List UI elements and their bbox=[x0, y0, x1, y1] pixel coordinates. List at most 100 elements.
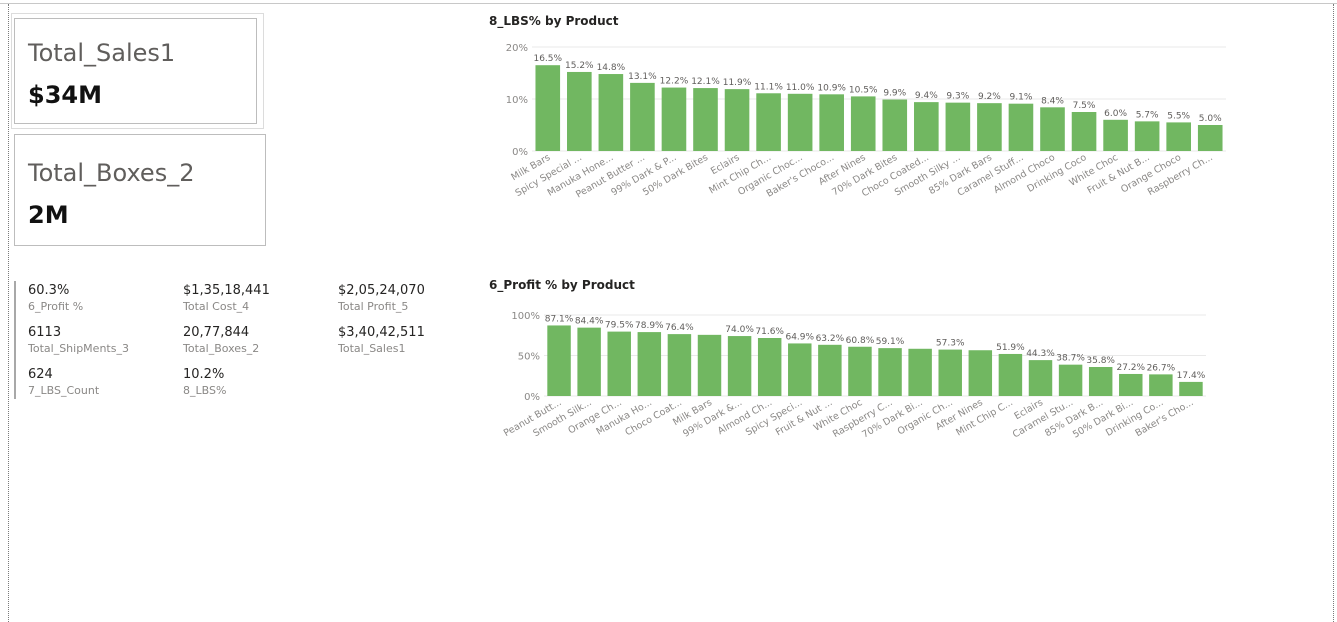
bar bbox=[819, 94, 844, 151]
data-label: 79.5% bbox=[605, 321, 634, 331]
metric-value: $3,40,42,511 bbox=[338, 325, 425, 340]
canvas-right-border bbox=[1333, 4, 1334, 622]
bar bbox=[1028, 360, 1053, 396]
bar bbox=[850, 96, 876, 151]
data-label: 35.8% bbox=[1086, 356, 1115, 366]
bar bbox=[1166, 122, 1191, 151]
data-label: 16.5% bbox=[533, 54, 562, 64]
data-label: 74.0% bbox=[725, 325, 754, 335]
bar bbox=[908, 348, 932, 396]
chart-lbs-by-product[interactable]: 0%10%20%16.5%Milk Bars15.2%Spicy Special… bbox=[480, 36, 1240, 216]
bar bbox=[938, 349, 962, 396]
card-label: Total_Boxes_2 bbox=[28, 159, 195, 187]
metric-total-shipments: 6113 Total_ShipMents_3 bbox=[28, 325, 129, 355]
bar bbox=[1088, 367, 1113, 396]
data-label: 87.1% bbox=[545, 314, 574, 324]
bar bbox=[1103, 119, 1128, 151]
metric-value: 20,77,844 bbox=[183, 325, 250, 340]
bar bbox=[607, 331, 631, 396]
metric-lbs-count: 624 7_LBS_Count bbox=[28, 367, 99, 397]
data-label: 6.0% bbox=[1104, 109, 1127, 119]
data-label: 11.0% bbox=[786, 83, 815, 93]
metric-value: 60.3% bbox=[28, 283, 70, 298]
data-label: 14.8% bbox=[597, 63, 626, 73]
bar bbox=[757, 338, 782, 396]
bar bbox=[977, 103, 1002, 151]
y-tick-label: 100% bbox=[511, 311, 540, 322]
bar bbox=[535, 65, 561, 151]
data-label: 57.3% bbox=[936, 339, 965, 349]
card-label: Total_Sales1 bbox=[28, 39, 176, 67]
data-label: 5.0% bbox=[1199, 114, 1222, 124]
metric-total-boxes: 20,77,844 Total_Boxes_2 bbox=[183, 325, 259, 355]
bar bbox=[848, 346, 872, 396]
bar bbox=[756, 93, 781, 151]
data-label: 9.1% bbox=[1010, 93, 1033, 103]
chart-profit-by-product[interactable]: 0%50%100% 87.1%Peanut Butt...84.4%Smooth … bbox=[480, 300, 1220, 470]
data-label: 9.4% bbox=[915, 91, 938, 101]
data-label: 44.3% bbox=[1026, 349, 1055, 359]
data-label: 10.9% bbox=[817, 83, 846, 93]
bar bbox=[661, 87, 687, 151]
bar bbox=[637, 332, 662, 396]
bar bbox=[724, 89, 750, 151]
data-label: 7.5% bbox=[1073, 101, 1096, 111]
bar bbox=[818, 344, 842, 396]
bar bbox=[1197, 125, 1223, 151]
data-label: 9.9% bbox=[883, 89, 906, 99]
metric-value: 6113 bbox=[28, 325, 62, 340]
data-label: 59.1% bbox=[876, 337, 905, 347]
data-label: 11.1% bbox=[754, 82, 783, 92]
data-label: 26.7% bbox=[1147, 363, 1176, 373]
metric-label: Total_Boxes_2 bbox=[183, 342, 260, 355]
data-label: 38.7% bbox=[1056, 354, 1085, 364]
bar bbox=[567, 71, 592, 151]
data-label: 8.4% bbox=[1041, 96, 1064, 106]
bar bbox=[598, 74, 624, 151]
canvas-left-border bbox=[8, 4, 9, 622]
canvas-top-border bbox=[0, 3, 1337, 4]
metric-value: $1,35,18,441 bbox=[183, 283, 270, 298]
metric-label: Total Profit_5 bbox=[338, 300, 409, 313]
data-label: 5.7% bbox=[1136, 110, 1159, 120]
bar bbox=[630, 82, 655, 151]
y-tick-label: 0% bbox=[524, 392, 540, 403]
multi-row-card[interactable]: 60.3% 6_Profit % $1,35,18,441 Total Cost… bbox=[14, 281, 456, 399]
y-tick-label: 50% bbox=[518, 352, 540, 363]
bar bbox=[697, 334, 722, 396]
bar bbox=[1119, 373, 1143, 396]
data-label: 60.8% bbox=[846, 336, 875, 346]
data-label: 5.5% bbox=[1167, 111, 1190, 121]
bar bbox=[788, 343, 812, 396]
bar bbox=[998, 353, 1023, 396]
bar bbox=[914, 102, 939, 151]
chart-title-profit: 6_Profit % by Product bbox=[489, 278, 635, 292]
bar bbox=[727, 336, 752, 396]
data-label: 12.2% bbox=[660, 77, 689, 87]
metric-total-profit: $2,05,24,070 Total Profit_5 bbox=[338, 283, 425, 313]
bar bbox=[1008, 103, 1034, 151]
bar bbox=[667, 334, 692, 396]
data-label: 9.3% bbox=[946, 92, 969, 102]
metric-value: 624 bbox=[28, 367, 53, 382]
metric-label: 7_LBS_Count bbox=[28, 384, 100, 397]
card-value: 2M bbox=[28, 201, 69, 229]
data-label: 51.9% bbox=[996, 343, 1025, 353]
metric-label: 8_LBS% bbox=[183, 384, 227, 397]
y-tick-label: 10% bbox=[506, 95, 528, 106]
chart-title-lbs: 8_LBS% by Product bbox=[489, 14, 619, 28]
metric-label: Total_ShipMents_3 bbox=[28, 342, 129, 355]
bar bbox=[1179, 381, 1203, 396]
metric-profit-pct: 60.3% 6_Profit % bbox=[28, 283, 83, 313]
bar bbox=[882, 99, 908, 151]
bar bbox=[1071, 112, 1097, 151]
data-label: 12.1% bbox=[691, 77, 720, 87]
data-label: 64.9% bbox=[785, 332, 814, 342]
metric-value: $2,05,24,070 bbox=[338, 283, 425, 298]
data-label: 78.9% bbox=[635, 321, 664, 331]
data-label: 11.9% bbox=[723, 78, 752, 88]
card-total-sales[interactable]: Total_Sales1 $34M bbox=[14, 18, 257, 124]
metric-lbs-pct: 10.2% 8_LBS% bbox=[183, 367, 226, 397]
card-total-boxes[interactable]: Total_Boxes_2 2M bbox=[14, 134, 266, 246]
card-value: $34M bbox=[28, 81, 102, 109]
